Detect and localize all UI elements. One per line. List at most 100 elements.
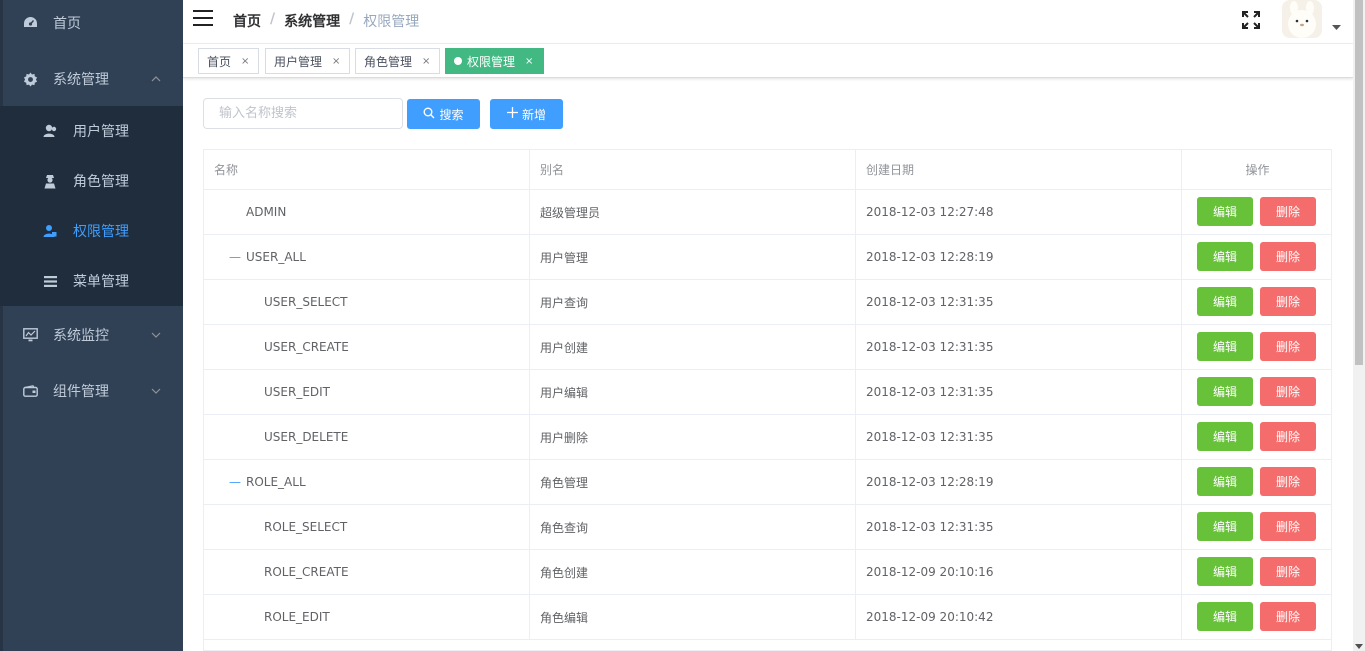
cell-date: 2018-12-03 12:27:48 — [856, 190, 1182, 234]
delete-button[interactable]: 删除 — [1260, 602, 1316, 631]
cell-actions: 编辑 删除 — [1182, 235, 1331, 279]
fullscreen-icon[interactable] — [1241, 10, 1261, 30]
breadcrumb: 首页 / 系统管理 / 权限管理 — [233, 11, 419, 31]
role-icon — [42, 173, 58, 189]
table-row: ADMIN 超级管理员 2018-12-03 12:27:48 编辑 删除 — [204, 190, 1331, 235]
delete-button[interactable]: 删除 — [1260, 287, 1316, 316]
scroll-down-arrow-icon[interactable] — [1355, 644, 1363, 649]
column-header-name: 名称 — [204, 150, 530, 189]
cell-alias: 用户查询 — [530, 280, 856, 324]
tag-permissions[interactable]: 权限管理 × — [445, 48, 544, 74]
edit-button[interactable]: 编辑 — [1197, 332, 1253, 361]
add-button[interactable]: 新增 — [490, 99, 563, 129]
edit-button[interactable]: 编辑 — [1197, 557, 1253, 586]
delete-button[interactable]: 删除 — [1260, 377, 1316, 406]
breadcrumb-item-home[interactable]: 首页 — [233, 11, 261, 31]
tag-home[interactable]: 首页 × — [198, 48, 259, 74]
edit-button[interactable]: 编辑 — [1197, 422, 1253, 451]
cell-date: 2018-12-09 20:10:16 — [856, 550, 1182, 594]
edit-button[interactable]: 编辑 — [1197, 467, 1253, 496]
cell-alias: 用户删除 — [530, 415, 856, 459]
delete-button[interactable]: 删除 — [1260, 557, 1316, 586]
edit-button[interactable]: 编辑 — [1197, 287, 1253, 316]
cell-alias: 超级管理员 — [530, 190, 856, 234]
delete-button[interactable]: 删除 — [1260, 422, 1316, 451]
breadcrumb-item-system[interactable]: 系统管理 — [284, 11, 340, 31]
sidebar-item-label: 系统管理 — [53, 72, 109, 88]
permission-name: USER_CREATE — [264, 340, 349, 354]
search-input[interactable] — [203, 98, 403, 129]
column-header-date: 创建日期 — [856, 150, 1182, 189]
sidebar-item-roles[interactable]: 角色管理 — [0, 156, 183, 206]
search-button[interactable]: 搜索 — [407, 99, 480, 129]
page-scrollbar[interactable] — [1353, 0, 1365, 651]
chevron-down-icon — [151, 386, 161, 397]
sidebar-item-components[interactable]: 组件管理 — [0, 363, 183, 419]
tag-label: 权限管理 — [467, 54, 516, 69]
breadcrumb-separator: / — [270, 11, 276, 27]
table-row: ROLE_SELECT 角色查询 2018-12-03 12:31:35 编辑 删除 — [204, 505, 1331, 550]
sidebar-item-home[interactable]: 首页 — [0, 0, 183, 46]
permission-alias: 超级管理员 — [540, 205, 601, 220]
permission-name: ROLE_SELECT — [264, 520, 348, 534]
sidebar-item-label: 权限管理 — [73, 224, 129, 240]
caret-down-icon[interactable] — [1332, 24, 1341, 34]
edit-button[interactable]: 编辑 — [1197, 512, 1253, 541]
delete-button[interactable]: 删除 — [1260, 332, 1316, 361]
table-row: — USER_ALL 用户管理 2018-12-03 12:28:19 编辑 删除 — [204, 235, 1331, 280]
sidebar: 首页 系统管理 用户管理 角色管理 权限管理 菜单管理 系统监控 组件管理 — [0, 0, 183, 651]
column-header-actions: 操作 — [1245, 163, 1270, 177]
close-icon[interactable]: × — [332, 56, 340, 67]
permission-name: ROLE_ALL — [246, 475, 306, 489]
cell-date: 2018-12-03 12:31:35 — [856, 325, 1182, 369]
tree-expand-icon[interactable]: — — [229, 475, 241, 489]
permission-alias: 用户管理 — [540, 250, 589, 265]
cell-date: 2018-12-03 12:31:35 — [856, 505, 1182, 549]
monitor-icon — [22, 327, 38, 343]
cell-name: USER_CREATE — [204, 325, 530, 369]
breadcrumb-separator: / — [349, 11, 355, 27]
sidebar-item-users[interactable]: 用户管理 — [0, 106, 183, 156]
edit-button[interactable]: 编辑 — [1197, 242, 1253, 271]
permission-alias: 角色查询 — [540, 520, 589, 535]
permission-alias: 用户查询 — [540, 295, 589, 310]
cell-date: 2018-12-03 12:31:35 — [856, 370, 1182, 414]
edit-button[interactable]: 编辑 — [1197, 602, 1253, 631]
tree-expand-icon[interactable]: — — [229, 250, 241, 264]
permission-name: USER_DELETE — [264, 430, 349, 444]
delete-button[interactable]: 删除 — [1260, 197, 1316, 226]
delete-button[interactable]: 删除 — [1260, 512, 1316, 541]
avatar[interactable] — [1282, 0, 1322, 38]
permission-alias: 用户删除 — [540, 430, 589, 445]
close-icon[interactable]: × — [422, 56, 430, 67]
sidebar-item-monitor[interactable]: 系统监控 — [0, 307, 183, 363]
breadcrumb-item-current: 权限管理 — [363, 14, 420, 30]
cell-date: 2018-12-09 20:10:42 — [856, 595, 1182, 639]
cell-date: 2018-12-03 12:31:35 — [856, 280, 1182, 324]
cell-name: USER_EDIT — [204, 370, 530, 414]
tag-roles[interactable]: 角色管理 × — [355, 48, 440, 74]
cell-alias: 用户创建 — [530, 325, 856, 369]
scrollbar-thumb[interactable] — [1355, 0, 1363, 365]
table-row: USER_DELETE 用户删除 2018-12-03 12:31:35 编辑 删除 — [204, 415, 1331, 460]
tag-users[interactable]: 用户管理 × — [265, 48, 350, 74]
hamburger-icon[interactable] — [193, 10, 213, 28]
sidebar-item-system[interactable]: 系统管理 — [0, 51, 183, 107]
table-row: USER_CREATE 用户创建 2018-12-03 12:31:35 编辑 删除 — [204, 325, 1331, 370]
cell-actions: 编辑 删除 — [1182, 460, 1331, 504]
close-icon[interactable]: × — [525, 56, 533, 67]
created-date: 2018-12-03 12:31:35 — [866, 430, 994, 444]
sidebar-item-label: 菜单管理 — [73, 274, 129, 290]
table-header: 名称 别名 创建日期 操作 — [204, 150, 1331, 190]
edit-button[interactable]: 编辑 — [1197, 197, 1253, 226]
add-button-label: 新增 — [521, 107, 546, 122]
delete-button[interactable]: 删除 — [1260, 467, 1316, 496]
close-icon[interactable]: × — [241, 56, 249, 67]
cell-name: ROLE_CREATE — [204, 550, 530, 594]
chevron-down-icon — [151, 330, 161, 341]
sidebar-item-permissions[interactable]: 权限管理 — [0, 206, 183, 256]
wallet-icon — [22, 383, 38, 399]
sidebar-item-menus[interactable]: 菜单管理 — [0, 256, 183, 306]
delete-button[interactable]: 删除 — [1260, 242, 1316, 271]
edit-button[interactable]: 编辑 — [1197, 377, 1253, 406]
